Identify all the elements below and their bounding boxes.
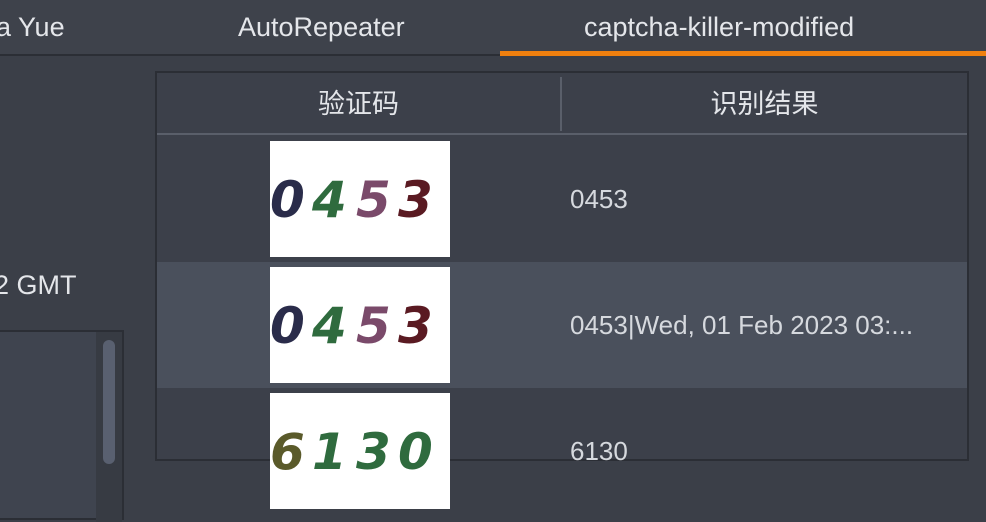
- tab-captcha-killer-modified[interactable]: captcha-killer-modified: [584, 0, 854, 56]
- captcha-char: 6: [270, 423, 305, 481]
- captcha-char: 0: [270, 171, 305, 229]
- captcha-char: 3: [398, 171, 433, 229]
- active-tab-indicator: [500, 51, 986, 56]
- captcha-image: 0 4 5 3: [270, 267, 450, 383]
- tab-a-yue[interactable]: a Yue: [0, 0, 65, 56]
- table-header: 验证码 识别结果: [157, 73, 967, 135]
- tab-autorepeater[interactable]: AutoRepeater: [238, 0, 405, 56]
- captcha-image: 0 4 5 3: [270, 141, 450, 257]
- left-panel: 2 GMT: [0, 58, 156, 522]
- captcha-image: 6 1 3 0: [270, 393, 450, 509]
- captcha-char: 3: [398, 297, 433, 355]
- column-header-result[interactable]: 识别结果: [562, 73, 967, 133]
- recognition-result: 0453: [570, 184, 628, 214]
- captcha-char: 1: [312, 423, 347, 481]
- left-panel-text: 2 GMT: [0, 270, 77, 300]
- table-row[interactable]: 0 4 5 3 0453|Wed, 01 Feb 2023 03:...: [157, 262, 967, 388]
- captcha-char: 0: [398, 423, 433, 481]
- left-list-box[interactable]: [0, 330, 124, 522]
- captcha-char: 4: [311, 171, 347, 229]
- captcha-char: 3: [356, 423, 391, 481]
- captcha-char: 0: [270, 297, 305, 355]
- column-header-captcha[interactable]: 验证码: [157, 73, 560, 133]
- tab-bar: a Yue AutoRepeater captcha-killer-modifi…: [0, 0, 986, 56]
- recognition-result: 0453|Wed, 01 Feb 2023 03:...: [570, 310, 914, 340]
- captcha-char: 5: [356, 171, 391, 229]
- captcha-char: 5: [356, 297, 391, 355]
- recognition-result: 6130: [570, 436, 628, 466]
- table-row[interactable]: 6 1 3 0 6130: [157, 388, 967, 514]
- table-row[interactable]: 0 4 5 3 0453: [157, 136, 967, 262]
- captcha-char: 4: [311, 297, 347, 355]
- scrollbar-thumb[interactable]: [103, 340, 115, 464]
